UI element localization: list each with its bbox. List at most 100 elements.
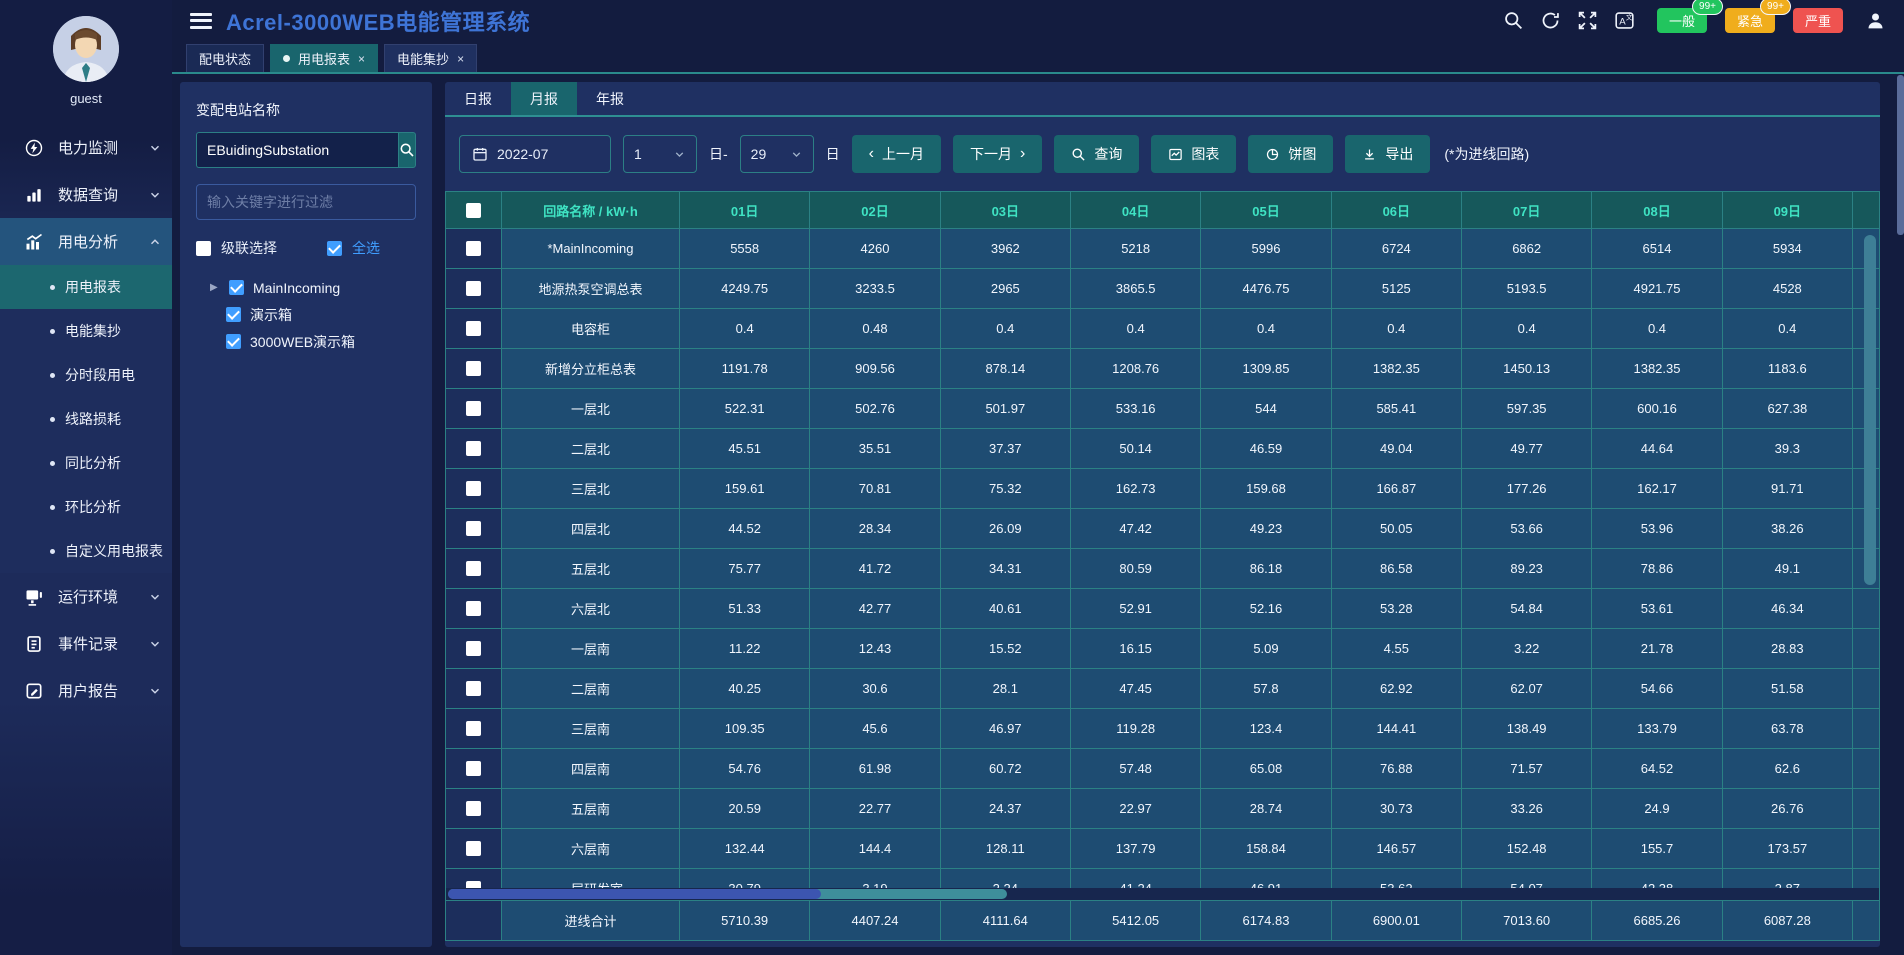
search-icon[interactable]: [1503, 10, 1524, 31]
sidebar-item-运行环境[interactable]: 运行环境: [0, 573, 172, 620]
row-checkbox-cell: [446, 509, 502, 549]
sidebar-item-电力监测[interactable]: 电力监测: [0, 124, 172, 171]
value-cell: 53.96: [1592, 509, 1722, 549]
row-checkbox[interactable]: [466, 401, 481, 416]
row-checkbox[interactable]: [466, 561, 481, 576]
user-avatar[interactable]: [53, 16, 119, 82]
pie-button[interactable]: 饼图: [1248, 135, 1333, 173]
tree-node-MainIncoming[interactable]: ▶MainIncoming: [196, 274, 416, 301]
chart-button[interactable]: 图表: [1151, 135, 1236, 173]
value-cell: 86.58: [1332, 549, 1462, 589]
select-all-label[interactable]: 全选: [352, 238, 380, 258]
tree-node-3000WEB演示箱[interactable]: 3000WEB演示箱: [196, 328, 416, 355]
value-cell: 155.7: [1592, 829, 1722, 869]
station-search-button[interactable]: [398, 132, 416, 168]
chevron-down-icon: [148, 141, 162, 155]
session-tab-配电状态[interactable]: 配电状态: [186, 44, 264, 72]
sidebar-item-用电报表[interactable]: 用电报表: [0, 265, 172, 309]
table-row: 一层北522.31502.76501.97533.16544585.41597.…: [446, 389, 1879, 429]
table-row: 三层北159.6170.8175.32162.73159.68166.87177…: [446, 469, 1879, 509]
refresh-icon[interactable]: [1540, 10, 1561, 31]
value-cell: 75.32: [941, 469, 1071, 509]
row-checkbox[interactable]: [466, 881, 481, 888]
keyword-filter-input[interactable]: [196, 184, 416, 220]
page-scrollbar-thumb[interactable]: [1897, 75, 1904, 235]
chevron-down-icon: [148, 590, 162, 604]
sidebar-item-事件记录[interactable]: 事件记录: [0, 620, 172, 667]
report-tab-年报[interactable]: 年报: [577, 82, 643, 115]
station-input[interactable]: [196, 132, 398, 168]
user-icon[interactable]: [1865, 10, 1886, 31]
row-checkbox[interactable]: [466, 841, 481, 856]
next-month-button[interactable]: 下一月›: [953, 135, 1042, 173]
sidebar-item-电能集抄[interactable]: 电能集抄: [0, 309, 172, 353]
select-all-checkbox[interactable]: [327, 241, 342, 256]
sidebar-item-线路损耗[interactable]: 线路损耗: [0, 397, 172, 441]
row-checkbox[interactable]: [466, 281, 481, 296]
sidebar-item-用户报告[interactable]: 用户报告: [0, 667, 172, 714]
close-icon[interactable]: ×: [457, 52, 464, 66]
row-checkbox[interactable]: [466, 641, 481, 656]
session-tab-label: 配电状态: [199, 49, 251, 68]
alarm-button-一般[interactable]: 一般99+: [1657, 8, 1707, 33]
day-to-select[interactable]: 29: [740, 135, 814, 173]
tree-node-checkbox[interactable]: [226, 334, 241, 349]
caret-right-icon[interactable]: ▶: [210, 282, 220, 293]
row-checkbox-cell: [446, 749, 502, 789]
cascade-checkbox[interactable]: [196, 241, 211, 256]
value-cell: 159.68: [1201, 469, 1331, 509]
value-cell: 28.34: [810, 509, 940, 549]
menu-toggle-icon[interactable]: [190, 13, 212, 29]
row-checkbox[interactable]: [466, 321, 481, 336]
row-checkbox[interactable]: [466, 521, 481, 536]
tree-node-checkbox[interactable]: [226, 307, 241, 322]
row-checkbox[interactable]: [466, 761, 481, 776]
translate-icon[interactable]: A文: [1614, 10, 1635, 31]
value-cell: 65.08: [1201, 749, 1331, 789]
row-checkbox[interactable]: [466, 441, 481, 456]
select-all-rows-checkbox[interactable]: [466, 203, 481, 218]
prev-month-button[interactable]: ‹上一月: [852, 135, 941, 173]
row-checkbox[interactable]: [466, 801, 481, 816]
row-checkbox[interactable]: [466, 721, 481, 736]
report-tab-月报[interactable]: 月报: [511, 82, 577, 115]
close-icon[interactable]: ×: [358, 52, 365, 66]
value-cell: 40.25: [680, 669, 810, 709]
row-checkbox[interactable]: [466, 681, 481, 696]
query-button[interactable]: 查询: [1054, 135, 1139, 173]
value-cell: 50.14: [1071, 429, 1201, 469]
sidebar-item-环比分析[interactable]: 环比分析: [0, 485, 172, 529]
tree-node-checkbox[interactable]: [229, 280, 244, 295]
day-from-select[interactable]: 1: [623, 135, 697, 173]
sidebar-item-同比分析[interactable]: 同比分析: [0, 441, 172, 485]
vertical-scrollbar-thumb[interactable]: [1864, 235, 1876, 585]
report-tab-日报[interactable]: 日报: [445, 82, 511, 115]
sidebar-item-数据查询[interactable]: 数据查询: [0, 171, 172, 218]
table-row: *MainIncoming555842603962521859966724686…: [446, 229, 1879, 269]
month-picker[interactable]: 2022-07: [459, 135, 611, 173]
sidebar-item-分时段用电[interactable]: 分时段用电: [0, 353, 172, 397]
row-checkbox[interactable]: [466, 481, 481, 496]
row-checkbox[interactable]: [466, 601, 481, 616]
session-tab-用电报表[interactable]: 用电报表×: [270, 44, 378, 72]
export-button[interactable]: 导出: [1345, 135, 1430, 173]
download-icon: [1362, 147, 1377, 162]
circuit-name-cell: 一层研发室: [502, 869, 680, 888]
alarm-button-紧急[interactable]: 紧急99+: [1725, 8, 1775, 33]
vertical-scrollbar[interactable]: [1864, 231, 1876, 884]
value-cell: 44.52: [680, 509, 810, 549]
sidebar-item-自定义用电报表[interactable]: 自定义用电报表: [0, 529, 172, 573]
horizontal-scrollbar-thumb-inner[interactable]: [448, 889, 821, 899]
row-checkbox[interactable]: [466, 361, 481, 376]
horizontal-scrollbar[interactable]: [446, 888, 1879, 900]
value-cell: 62.07: [1462, 669, 1592, 709]
tree-node-演示箱[interactable]: 演示箱: [196, 301, 416, 328]
fullscreen-icon[interactable]: [1577, 10, 1598, 31]
alarm-button-严重[interactable]: 严重: [1793, 8, 1843, 33]
row-checkbox[interactable]: [466, 241, 481, 256]
header-checkbox-cell: [446, 191, 502, 229]
value-cell: 6514: [1592, 229, 1722, 269]
sidebar-item-用电分析[interactable]: 用电分析: [0, 218, 172, 265]
bullet-icon: [50, 417, 55, 422]
session-tab-电能集抄[interactable]: 电能集抄×: [384, 44, 477, 72]
